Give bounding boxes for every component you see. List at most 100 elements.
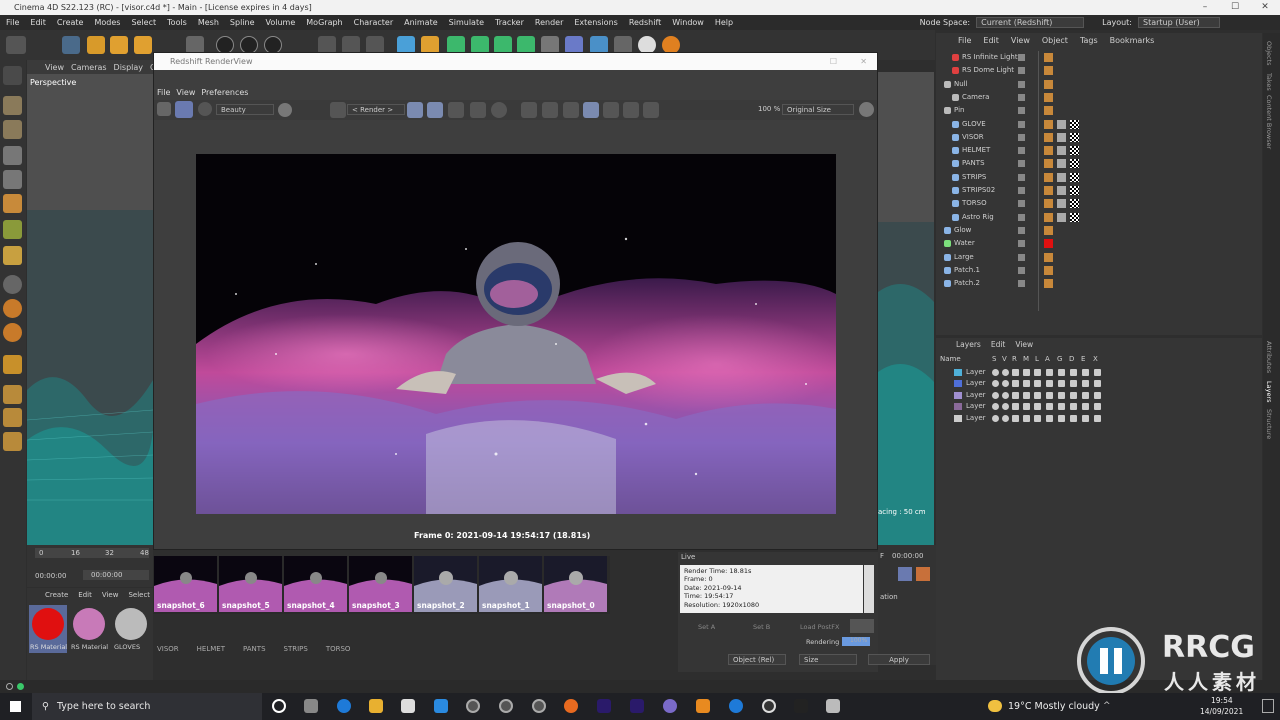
minimize-button[interactable]: – (1190, 0, 1220, 15)
layer-flag-icon[interactable] (992, 391, 999, 399)
tab-structure[interactable]: Structure (1265, 409, 1273, 439)
undo-icon[interactable] (6, 36, 26, 54)
app-icon[interactable] (794, 699, 808, 713)
renderview-menu-preferences[interactable]: Preferences (201, 88, 248, 100)
tag-icon[interactable] (1044, 265, 1053, 275)
material-tag-icon[interactable] (1057, 119, 1066, 129)
object-name[interactable]: Patch.1 (954, 264, 980, 277)
layer-color-swatch[interactable] (954, 414, 962, 422)
object-row[interactable]: RS Dome Light (936, 64, 1262, 77)
tag-icon[interactable] (1044, 199, 1053, 209)
object-name[interactable]: Glow (954, 224, 971, 237)
snapshot-thumb[interactable]: snapshot_6 (154, 556, 217, 612)
om-menu-tags[interactable]: Tags (1080, 36, 1098, 45)
tag-icon[interactable] (1044, 186, 1053, 195)
layer-flag-icon[interactable] (1012, 391, 1019, 399)
viewport-menu-display[interactable]: Display (114, 63, 144, 72)
layer-row[interactable]: Layer (936, 401, 1262, 412)
menu-help[interactable]: Help (715, 18, 733, 27)
checker-tag-icon[interactable] (1070, 186, 1079, 195)
snapshot-thumb[interactable]: snapshot_4 (284, 556, 347, 612)
layer-flag-icon[interactable] (1023, 369, 1030, 376)
tag-icon[interactable] (1044, 53, 1053, 62)
mail-icon[interactable] (434, 699, 448, 713)
layer-name[interactable]: Layer (966, 367, 986, 378)
checker-tag-icon[interactable] (1070, 199, 1079, 209)
visibility-toggle-icon[interactable] (1018, 133, 1025, 141)
circle-icon[interactable] (491, 102, 507, 118)
visibility-toggle-icon[interactable] (1018, 253, 1025, 261)
visibility-toggle-icon[interactable] (1018, 147, 1025, 155)
material-menu-create[interactable]: Create (45, 591, 68, 599)
viewport[interactable]: Perspective (27, 60, 153, 545)
visibility-toggle-icon[interactable] (1018, 213, 1025, 221)
layer-flag-icon[interactable] (1082, 369, 1089, 376)
layer-flag-icon[interactable] (1023, 380, 1030, 388)
material-tag-icon[interactable] (1057, 199, 1066, 209)
object-row[interactable]: Patch.1 (936, 264, 1262, 277)
menu-modes[interactable]: Modes (94, 18, 120, 27)
menu-select[interactable]: Select (131, 18, 156, 27)
tag-icon[interactable] (1044, 212, 1053, 222)
visibility-toggle-icon[interactable] (1018, 54, 1025, 61)
om-menu-object[interactable]: Object (1042, 36, 1068, 45)
material-swatch[interactable]: RS Material (29, 605, 67, 653)
material-menu-select[interactable]: Select (128, 591, 150, 599)
material-label[interactable]: VISOR (157, 645, 179, 657)
material-tag-icon[interactable] (1057, 146, 1066, 156)
viewport-right-edge[interactable]: acing : 50 cm (878, 72, 934, 545)
material-tag-icon[interactable] (1057, 159, 1066, 169)
premiere-icon[interactable] (630, 699, 644, 713)
visibility-toggle-icon[interactable] (1018, 266, 1025, 274)
workplane-icon[interactable] (3, 323, 22, 342)
material-menu-edit[interactable]: Edit (78, 591, 92, 599)
layer-menu-edit[interactable]: Edit (991, 340, 1006, 349)
material-swatch[interactable]: RS Material (70, 605, 108, 653)
taskbar-search[interactable]: ⚲ Type here to search (32, 693, 262, 720)
layer-flag-icon[interactable] (1094, 369, 1101, 376)
object-row[interactable]: Glow (936, 224, 1262, 237)
points-mode-icon[interactable] (3, 146, 22, 165)
renderview-menu-file[interactable]: File (157, 88, 170, 100)
snapshot-thumb[interactable]: snapshot_5 (219, 556, 282, 612)
object-row[interactable]: Astro Rig (936, 211, 1262, 224)
gear-icon[interactable] (859, 102, 874, 117)
checker-tag-icon[interactable] (1070, 212, 1079, 222)
material-swatch[interactable]: GLOVES (112, 605, 150, 653)
om-menu-view[interactable]: View (1011, 36, 1030, 45)
layer-flag-icon[interactable] (1002, 414, 1009, 422)
axis-mode-icon[interactable] (3, 246, 22, 265)
layer-flag-icon[interactable] (992, 414, 999, 422)
app-icon[interactable] (826, 699, 840, 713)
layer-flag-icon[interactable] (992, 403, 999, 411)
snapshot-thumb[interactable]: snapshot_1 (479, 556, 542, 612)
om-menu-bookmarks[interactable]: Bookmarks (1110, 36, 1155, 45)
menu-tracker[interactable]: Tracker (495, 18, 524, 27)
grid-overlay-icon[interactable] (427, 102, 443, 118)
keyframe-icon[interactable] (898, 567, 912, 581)
object-name[interactable]: RS Infinite Light (962, 51, 1018, 64)
layer-flag-icon[interactable] (1094, 380, 1101, 388)
layer-flag-icon[interactable] (1070, 391, 1077, 399)
task-view-icon[interactable] (304, 699, 318, 713)
cinema4d-taskbar-icon[interactable] (466, 699, 480, 713)
layer-color-swatch[interactable] (954, 369, 962, 376)
material-tag-icon[interactable] (1057, 132, 1066, 142)
time-slider[interactable]: 00:00:00 (83, 570, 149, 580)
layer-flag-icon[interactable] (1046, 414, 1053, 422)
pick-icon[interactable] (563, 102, 579, 118)
layer-color-swatch[interactable] (954, 391, 962, 399)
layer-flag-icon[interactable] (1046, 391, 1053, 399)
layer-flag-icon[interactable] (1012, 380, 1019, 388)
menu-mograph[interactable]: MoGraph (306, 18, 342, 27)
viewport-menu-view[interactable]: View (45, 63, 64, 72)
layer-color-swatch[interactable] (954, 403, 962, 411)
file-explorer-icon[interactable] (369, 699, 383, 713)
media-encoder-icon[interactable] (597, 699, 611, 713)
size-mode-select[interactable]: Size (799, 654, 857, 665)
material-tag-icon[interactable] (1057, 212, 1066, 222)
layer-flag-icon[interactable] (1070, 380, 1077, 388)
texture-mode-icon[interactable] (3, 120, 22, 139)
object-row[interactable]: RS Infinite Light (936, 51, 1262, 64)
layer-color-swatch[interactable] (954, 380, 962, 388)
